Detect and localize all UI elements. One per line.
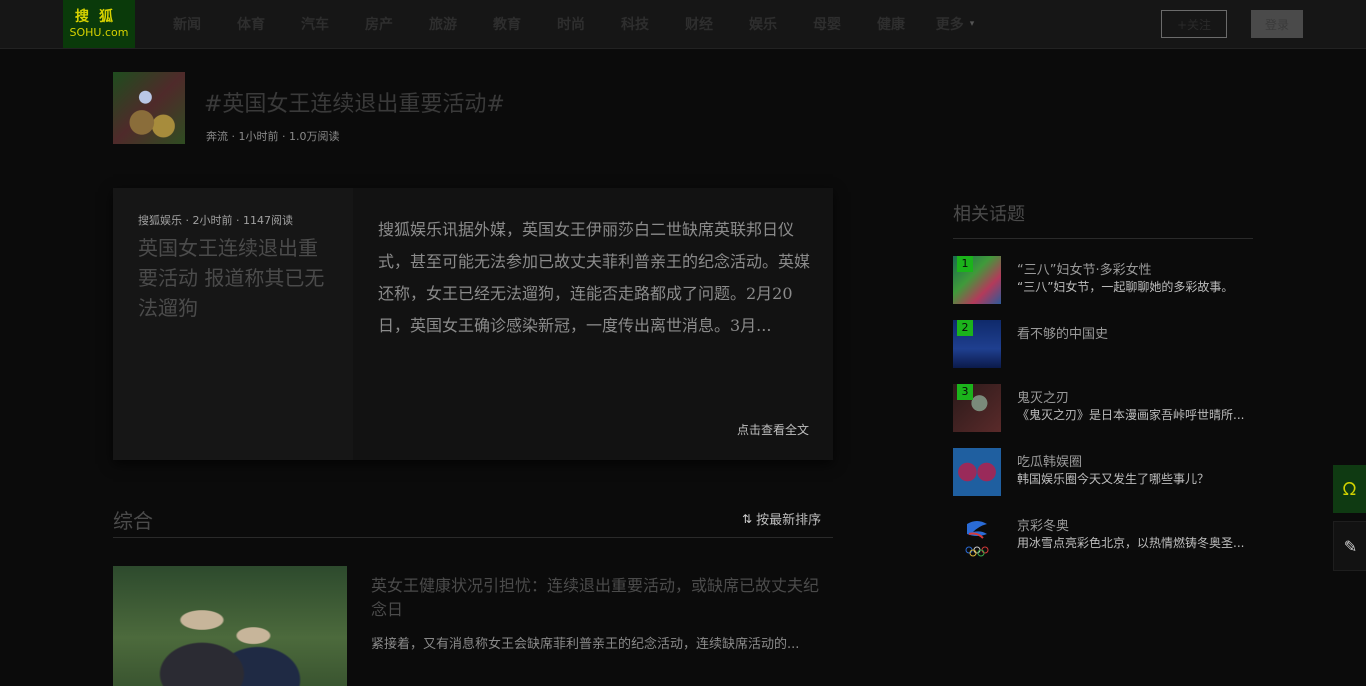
related-topics-title: 相关话题 xyxy=(953,204,1025,225)
article-thumbnail[interactable] xyxy=(113,566,347,686)
nav-item-health[interactable]: 健康 xyxy=(859,14,923,34)
nav-item-baby[interactable]: 母婴 xyxy=(795,14,859,34)
related-desc: “三八”妇女节，一起聊聊她的多彩故事。 xyxy=(1017,280,1234,294)
nav-item-auto[interactable]: 汽车 xyxy=(283,14,347,34)
nav-item-house[interactable]: 房产 xyxy=(347,14,411,34)
logo-en-text: SOHU.com xyxy=(69,26,129,39)
featured-title[interactable]: 英国女王连续退出重要活动 报道称其已无法遛狗 xyxy=(138,233,333,323)
section-divider xyxy=(113,537,833,538)
olympic-emblem-icon xyxy=(965,521,989,557)
topic-thumbnail xyxy=(113,72,185,144)
related-thumbnail: 1 xyxy=(953,256,1001,304)
sort-arrows-icon: ⇅ xyxy=(742,511,753,526)
rank-badge: 1 xyxy=(957,256,973,272)
top-nav-bar: 搜狐 SOHU.com 新闻 体育 汽车 房产 旅游 教育 时尚 科技 财经 娱… xyxy=(0,0,1366,49)
logo-cn-text: 搜狐 xyxy=(75,9,123,25)
sohu-fox-icon: ᘯ xyxy=(1342,478,1357,500)
read-more-link[interactable]: 点击查看全文 xyxy=(737,421,809,438)
related-thumbnail xyxy=(953,512,1001,560)
channel-nav: 新闻 体育 汽车 房产 旅游 教育 时尚 科技 财经 娱乐 母婴 健康 更多 ▾ xyxy=(155,0,987,48)
related-thumbnail: 2 xyxy=(953,320,1001,368)
nav-more-label: 更多 xyxy=(935,17,964,33)
featured-meta: 搜狐娱乐 · 2小时前 · 1147阅读 xyxy=(138,214,293,227)
sort-toggle[interactable]: ⇅ 按最新排序 xyxy=(742,509,822,529)
nav-item-travel[interactable]: 旅游 xyxy=(411,14,475,34)
rank-badge: 3 xyxy=(957,384,973,400)
related-desc: 韩国娱乐圈今天又发生了哪些事儿？ xyxy=(1017,472,1210,486)
nav-more-menu[interactable]: 更多 ▾ xyxy=(923,14,987,34)
sort-label: 按最新排序 xyxy=(756,513,822,528)
nav-item-tech[interactable]: 科技 xyxy=(603,14,667,34)
related-item[interactable]: 2 看不够的中国史 xyxy=(953,320,1253,368)
nav-item-fashion[interactable]: 时尚 xyxy=(539,14,603,34)
related-name: 京彩冬奥 xyxy=(1017,519,1070,534)
related-name: 看不够的中国史 xyxy=(1017,327,1109,342)
featured-article-card[interactable]: 搜狐娱乐 · 2小时前 · 1147阅读 英国女王连续退出重要活动 报道称其已无… xyxy=(113,188,833,460)
topic-meta: 奔流 · 1小时前 · 1.0万阅读 xyxy=(206,130,340,143)
related-divider xyxy=(953,238,1253,239)
related-name: 吃瓜韩娱圈 xyxy=(1017,455,1083,470)
login-button[interactable]: 登录 xyxy=(1251,10,1303,38)
featured-card-left: 搜狐娱乐 · 2小时前 · 1147阅读 英国女王连续退出重要活动 报道称其已无… xyxy=(113,188,353,460)
sohu-logo[interactable]: 搜狐 SOHU.com xyxy=(63,0,135,48)
related-item[interactable]: 3 鬼灭之刃 《鬼灭之刃》是日本漫画家吾峠呼世晴所... xyxy=(953,384,1253,432)
sohu-float-button[interactable]: ᘯ xyxy=(1333,465,1366,513)
featured-body: 搜狐娱乐讯据外媒，英国女王伊丽莎白二世缺席英联邦日仪式，甚至可能无法参加已故丈夫… xyxy=(378,220,811,335)
article-title[interactable]: 英女王健康状况引担忧：连续退出重要活动，或缺席已故丈夫纪念日 xyxy=(371,574,831,622)
nav-item-entertainment[interactable]: 娱乐 xyxy=(731,14,795,34)
related-desc: 用冰雪点亮彩色北京，以热情燃铸冬奥圣... xyxy=(1017,536,1245,550)
chevron-down-icon: ▾ xyxy=(969,19,975,29)
section-title: 综合 xyxy=(113,509,153,533)
nav-item-sports[interactable]: 体育 xyxy=(219,14,283,34)
related-name: 鬼灭之刃 xyxy=(1017,391,1070,406)
nav-item-news[interactable]: 新闻 xyxy=(155,14,219,34)
article-desc: 紧接着，又有消息称女王会缺席菲利普亲王的纪念活动，连续缺席活动的... xyxy=(371,637,800,652)
related-desc: 《鬼灭之刃》是日本漫画家吾峠呼世晴所... xyxy=(1017,408,1245,422)
related-thumbnail xyxy=(953,448,1001,496)
topic-title: #英国女王连续退出重要活动# xyxy=(204,92,505,117)
follow-button[interactable]: +关注 xyxy=(1161,10,1227,38)
related-item[interactable]: 1 “三八”妇女节·多彩女性 “三八”妇女节，一起聊聊她的多彩故事。 xyxy=(953,256,1253,304)
edit-pen-icon: ✎ xyxy=(1343,536,1358,556)
related-item[interactable]: 京彩冬奥 用冰雪点亮彩色北京，以热情燃铸冬奥圣... xyxy=(953,512,1253,560)
related-thumbnail: 3 xyxy=(953,384,1001,432)
nav-item-education[interactable]: 教育 xyxy=(475,14,539,34)
edit-float-button[interactable]: ✎ xyxy=(1333,521,1366,571)
rank-badge: 2 xyxy=(957,320,973,336)
related-name: “三八”妇女节·多彩女性 xyxy=(1017,263,1152,278)
nav-item-finance[interactable]: 财经 xyxy=(667,14,731,34)
related-item[interactable]: 吃瓜韩娱圈 韩国娱乐圈今天又发生了哪些事儿？ xyxy=(953,448,1253,496)
